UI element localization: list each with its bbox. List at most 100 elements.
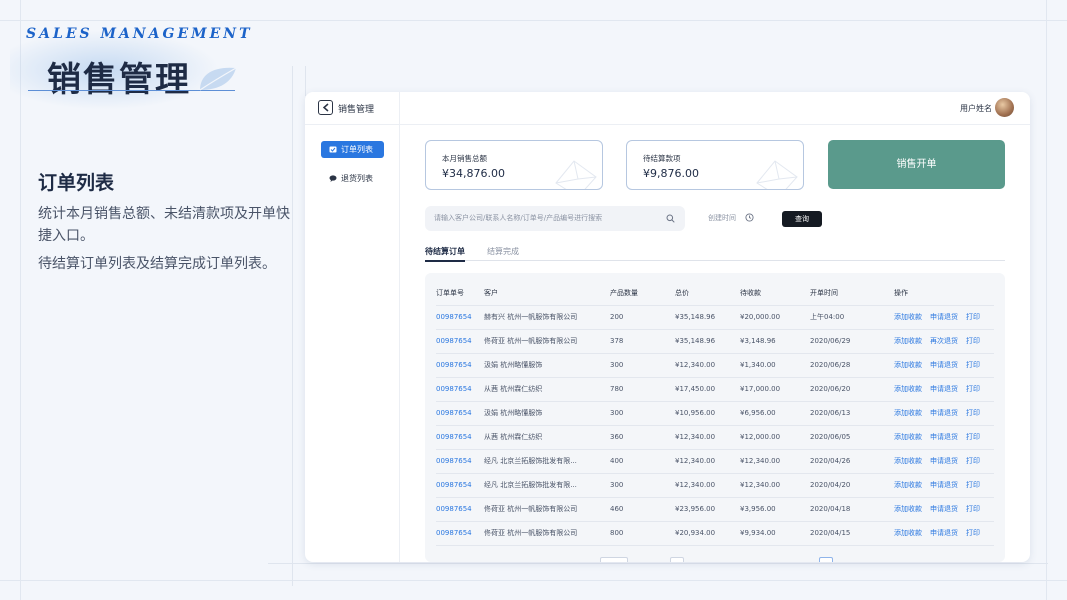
print-link[interactable]: 打印 [966, 409, 980, 417]
cell-order-number[interactable]: 00987654 [436, 401, 484, 426]
add-payment-link[interactable]: 添加收款 [894, 337, 922, 345]
print-link[interactable]: 打印 [966, 361, 980, 369]
pagination-control[interactable] [670, 557, 684, 562]
card-value: ¥9,876.00 [643, 167, 699, 180]
search-input[interactable]: 请输入客户公司/联系人名称/订单号/产品编号进行搜索 [425, 206, 685, 231]
print-link[interactable]: 打印 [966, 457, 980, 465]
cell-quantity: 200 [610, 305, 675, 330]
cell-quantity: 378 [610, 329, 675, 354]
return-link[interactable]: 申请退货 [930, 481, 958, 489]
print-link[interactable]: 打印 [966, 337, 980, 345]
chevron-left-icon [322, 103, 329, 112]
cell-pending-amount: ¥20,000.00 [740, 305, 810, 330]
cell-customer: 从茜 杭州霖仁纺织 [484, 377, 610, 402]
table-row[interactable]: 00987654 从茜 杭州霖仁纺织 780 ¥17,450.00 ¥17,000.00… [436, 377, 994, 402]
create-sales-order-button[interactable]: 销售开单 [828, 140, 1005, 189]
column-header-created-time: 开单时间 [810, 281, 894, 306]
return-link[interactable]: 申请退货 [930, 529, 958, 537]
cell-order-number[interactable]: 00987654 [436, 305, 484, 330]
search-placeholder: 请输入客户公司/联系人名称/订单号/产品编号进行搜索 [434, 214, 603, 222]
cell-total-price: ¥12,340.00 [675, 425, 740, 450]
clock-icon[interactable] [745, 213, 754, 222]
cell-pending-amount: ¥12,340.00 [740, 449, 810, 474]
pagination-control[interactable] [600, 557, 628, 562]
query-button[interactable]: 查询 [782, 211, 822, 227]
add-payment-link[interactable]: 添加收款 [894, 433, 922, 441]
add-payment-link[interactable]: 添加收款 [894, 481, 922, 489]
table-row[interactable]: 00987654 赫有兴 杭州一帆服饰有限公司 200 ¥35,148.96 ¥20,0… [436, 305, 994, 330]
cell-order-number[interactable]: 00987654 [436, 449, 484, 474]
cell-order-number[interactable]: 00987654 [436, 473, 484, 498]
add-payment-link[interactable]: 添加收款 [894, 313, 922, 321]
return-link[interactable]: 申请退货 [930, 409, 958, 417]
cell-actions: 添加收款 申请退货 打印 [894, 425, 994, 450]
back-button[interactable] [318, 100, 333, 115]
cell-order-number[interactable]: 00987654 [436, 425, 484, 450]
avatar[interactable] [995, 98, 1014, 117]
cell-created-time: 2020/06/28 [810, 353, 894, 378]
add-payment-link[interactable]: 添加收款 [894, 457, 922, 465]
return-link[interactable]: 申请退货 [930, 313, 958, 321]
return-link[interactable]: 申请退货 [930, 457, 958, 465]
cell-order-number[interactable]: 00987654 [436, 497, 484, 522]
print-link[interactable]: 打印 [966, 385, 980, 393]
leaf-icon [199, 67, 237, 91]
envelope-deco-icon [555, 160, 597, 189]
tab-settled-orders[interactable]: 结算完成 [487, 246, 519, 257]
print-link[interactable]: 打印 [966, 505, 980, 513]
return-link[interactable]: 申请退货 [930, 385, 958, 393]
cell-actions: 添加收款 申请退货 打印 [894, 497, 994, 522]
table-row[interactable]: 00987654 佟荷亚 杭州一帆服饰有限公司 460 ¥23,956.00 ¥3,95… [436, 497, 994, 522]
pending-settlement-card: 待结算款项 ¥9,876.00 [626, 140, 804, 190]
column-header-customer: 客户 [484, 281, 610, 306]
table-row[interactable]: 00987654 经凡 北京兰拓服饰批发有限... 300 ¥12,340.00 ¥12… [436, 473, 994, 498]
cell-order-number[interactable]: 00987654 [436, 329, 484, 354]
add-payment-link[interactable]: 添加收款 [894, 409, 922, 417]
print-link[interactable]: 打印 [966, 313, 980, 321]
cell-pending-amount: ¥3,956.00 [740, 497, 810, 522]
table-row[interactable]: 00987654 汲娟 杭州略懂服饰 300 ¥10,956.00 ¥6,956.00 2… [436, 401, 994, 426]
add-payment-link[interactable]: 添加收款 [894, 385, 922, 393]
pagination-control[interactable] [819, 557, 833, 562]
sidebar-item-order-list[interactable]: 订单列表 [321, 141, 384, 158]
table-row[interactable]: 00987654 佟荷亚 杭州一帆服饰有限公司 378 ¥35,148.96 ¥3,14… [436, 329, 994, 354]
cell-customer: 经凡 北京兰拓服饰批发有限... [484, 449, 610, 474]
cell-order-number[interactable]: 00987654 [436, 521, 484, 546]
cell-actions: 添加收款 申请退货 打印 [894, 377, 994, 402]
print-link[interactable]: 打印 [966, 433, 980, 441]
return-link[interactable]: 申请退货 [930, 361, 958, 369]
print-link[interactable]: 打印 [966, 529, 980, 537]
add-payment-link[interactable]: 添加收款 [894, 505, 922, 513]
tab-pending-orders[interactable]: 待结算订单 [425, 246, 465, 262]
cell-quantity: 300 [610, 473, 675, 498]
table-row[interactable]: 00987654 汲娟 杭州略懂服饰 300 ¥12,340.00 ¥1,340.00 2… [436, 353, 994, 378]
cell-pending-amount: ¥17,000.00 [740, 377, 810, 402]
user-name[interactable]: 用户姓名 [960, 103, 992, 114]
cell-created-time: 2020/06/13 [810, 401, 894, 426]
print-link[interactable]: 打印 [966, 481, 980, 489]
cell-actions: 添加收款 申请退货 打印 [894, 473, 994, 498]
cell-order-number[interactable]: 00987654 [436, 353, 484, 378]
cell-total-price: ¥17,450.00 [675, 377, 740, 402]
cell-created-time: 2020/04/18 [810, 497, 894, 522]
column-header-pending: 待收款 [740, 281, 810, 306]
cell-quantity: 460 [610, 497, 675, 522]
table-row[interactable]: 00987654 经凡 北京兰拓服饰批发有限... 400 ¥12,340.00 ¥12… [436, 449, 994, 474]
cell-order-number[interactable]: 00987654 [436, 377, 484, 402]
search-icon[interactable] [666, 214, 675, 223]
sidebar-item-return-list[interactable]: 退货列表 [321, 170, 384, 187]
cell-created-time: 2020/06/20 [810, 377, 894, 402]
cell-created-time: 2020/04/26 [810, 449, 894, 474]
return-link[interactable]: 再次退货 [930, 337, 958, 345]
table-row[interactable]: 00987654 从茜 杭州霖仁纺织 360 ¥12,340.00 ¥12,000.00… [436, 425, 994, 450]
cell-created-time: 2020/04/15 [810, 521, 894, 546]
cell-quantity: 800 [610, 521, 675, 546]
cell-pending-amount: ¥9,934.00 [740, 521, 810, 546]
add-payment-link[interactable]: 添加收款 [894, 361, 922, 369]
table-row[interactable]: 00987654 佟荷亚 杭州一帆服饰有限公司 800 ¥20,934.00 ¥9,93… [436, 521, 994, 546]
add-payment-link[interactable]: 添加收款 [894, 529, 922, 537]
return-link[interactable]: 申请退货 [930, 433, 958, 441]
cell-quantity: 300 [610, 401, 675, 426]
return-link[interactable]: 申请退货 [930, 505, 958, 513]
cell-total-price: ¥12,340.00 [675, 353, 740, 378]
